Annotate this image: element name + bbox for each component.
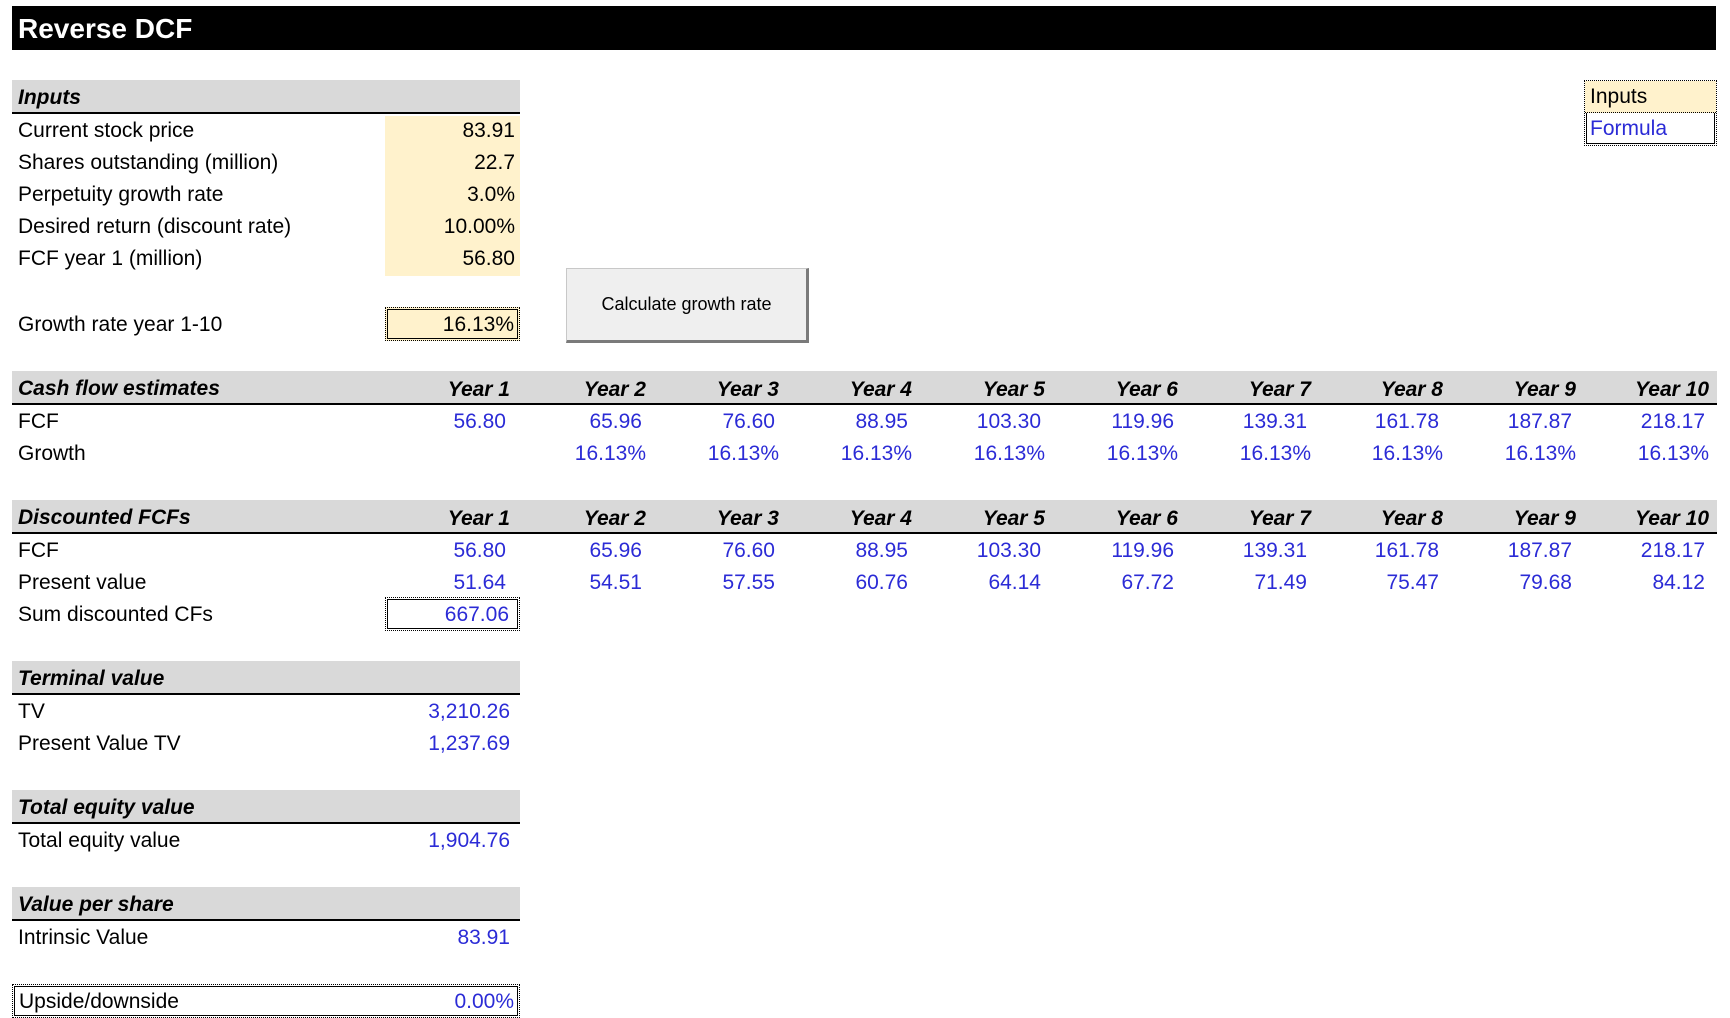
year-header: Year 5: [982, 507, 1045, 530]
color-legend: Inputs Formula: [1584, 80, 1717, 146]
year-header: Year 1: [447, 507, 510, 530]
present-value-cell: 60.76: [855, 571, 908, 594]
input-value[interactable]: 3.0%: [385, 183, 515, 207]
equity-header: Total equity value: [12, 790, 520, 824]
year-header: Year 2: [583, 507, 646, 530]
title-bar: Reverse DCF: [12, 6, 1716, 50]
present-value-cell: 71.49: [1254, 571, 1307, 594]
fcf-cell: 139.31: [1242, 410, 1307, 433]
discounted-fcf-cell: 76.60: [722, 539, 775, 562]
present-value-cell: 54.51: [589, 571, 642, 594]
fcf-cell: 187.87: [1507, 410, 1572, 433]
present-value-cell: 64.14: [988, 571, 1041, 594]
tv-label: TV: [18, 700, 45, 723]
growth-cell: 16.13%: [973, 442, 1045, 465]
fcf-cell: 119.96: [1111, 410, 1174, 433]
fcf-cell: 103.30: [976, 410, 1041, 433]
present-value-cell: 84.12: [1652, 571, 1705, 594]
year-header: Year 7: [1248, 378, 1311, 401]
equity-value: 1,904.76: [428, 829, 510, 852]
year-header: Year 4: [849, 507, 912, 530]
year-header: Year 3: [716, 507, 779, 530]
present-value-cell: 75.47: [1386, 571, 1439, 594]
year-header: Year 8: [1380, 378, 1443, 401]
year-header: Year 2: [583, 378, 646, 401]
growth-rate-label: Growth rate year 1-10: [18, 313, 223, 336]
upside-row: Upside/downside 0.00%: [12, 984, 520, 1018]
year-header: Year 8: [1380, 507, 1443, 530]
input-label: Perpetuity growth rate: [18, 183, 224, 206]
growth-cell: 16.13%: [1371, 442, 1443, 465]
equity-label: Total equity value: [18, 829, 181, 852]
upside-label: Upside/downside: [19, 990, 179, 1013]
legend-inputs: Inputs: [1585, 81, 1716, 113]
growth-cell: 16.13%: [707, 442, 779, 465]
fcf-cell: 218.17: [1640, 410, 1705, 433]
present-value-cell: 79.68: [1519, 571, 1572, 594]
present-value-cell: 67.72: [1121, 571, 1174, 594]
discounted-fcf-label: FCF: [18, 539, 59, 562]
year-header: Year 9: [1513, 378, 1576, 401]
year-header: Year 3: [716, 378, 779, 401]
growth-cell: 16.13%: [1239, 442, 1311, 465]
input-label: Desired return (discount rate): [18, 215, 292, 238]
year-header: Year 6: [1115, 507, 1178, 530]
legend-formula: Formula: [1590, 117, 1668, 140]
present-value-label: Present value: [18, 571, 147, 594]
discounted-fcf-cell: 65.96: [589, 539, 642, 562]
year-header: Year 10: [1635, 507, 1709, 530]
year-header: Year 1: [447, 378, 510, 401]
growth-cell: 16.13%: [574, 442, 646, 465]
fcf-cell: 161.78: [1374, 410, 1439, 433]
year-header: Year 5: [982, 378, 1045, 401]
sum-discounted-label: Sum discounted CFs: [18, 603, 213, 626]
input-value[interactable]: 56.80: [385, 247, 515, 271]
intrinsic-value: 83.91: [457, 926, 510, 949]
input-value[interactable]: 10.00%: [385, 215, 515, 239]
year-header: Year 9: [1513, 507, 1576, 530]
per-share-header: Value per share: [12, 887, 520, 921]
growth-cell: 16.13%: [1637, 442, 1709, 465]
discounted-fcf-cell: 119.96: [1111, 539, 1174, 562]
year-header: Year 6: [1115, 378, 1178, 401]
pvtv-value: 1,237.69: [428, 732, 510, 755]
growth-rate-cell[interactable]: 16.13%: [385, 307, 520, 341]
calculate-growth-rate-button[interactable]: Calculate growth rate: [566, 268, 809, 343]
discounted-fcf-cell: 88.95: [855, 539, 908, 562]
page-title: Reverse DCF: [18, 13, 193, 44]
year-header: Year 7: [1248, 507, 1311, 530]
inputs-header: Inputs: [12, 80, 520, 114]
fcf-cell: 88.95: [855, 410, 908, 433]
discounted-fcf-cell: 139.31: [1242, 539, 1307, 562]
discounted-fcf-cell: 187.87: [1507, 539, 1572, 562]
fcf-cell: 56.80: [453, 410, 506, 433]
terminal-header: Terminal value: [12, 661, 520, 695]
present-value-cell: 51.64: [453, 571, 506, 594]
present-value-cell: 57.55: [722, 571, 775, 594]
cashflow-fcf-label: FCF: [18, 410, 59, 433]
pvtv-label: Present Value TV: [18, 732, 181, 755]
discounted-fcf-cell: 218.17: [1640, 539, 1705, 562]
year-header: Year 10: [1635, 378, 1709, 401]
discounted-fcf-cell: 103.30: [976, 539, 1041, 562]
intrinsic-value-label: Intrinsic Value: [18, 926, 149, 949]
sum-discounted-cell[interactable]: 667.06: [385, 597, 520, 631]
upside-value: 0.00%: [454, 990, 514, 1013]
growth-cell: 16.13%: [840, 442, 912, 465]
input-value[interactable]: 83.91: [385, 119, 515, 143]
cashflow-growth-label: Growth: [18, 442, 86, 465]
input-label: FCF year 1 (million): [18, 247, 203, 270]
input-value[interactable]: 22.7: [385, 151, 515, 175]
year-header: Year 4: [849, 378, 912, 401]
tv-value: 3,210.26: [428, 700, 510, 723]
growth-cell: 16.13%: [1504, 442, 1576, 465]
discounted-fcf-cell: 56.80: [453, 539, 506, 562]
fcf-cell: 65.96: [589, 410, 642, 433]
growth-cell: 16.13%: [1106, 442, 1178, 465]
input-label: Current stock price: [18, 119, 195, 142]
input-label: Shares outstanding (million): [18, 151, 279, 174]
discounted-fcf-cell: 161.78: [1374, 539, 1439, 562]
fcf-cell: 76.60: [722, 410, 775, 433]
